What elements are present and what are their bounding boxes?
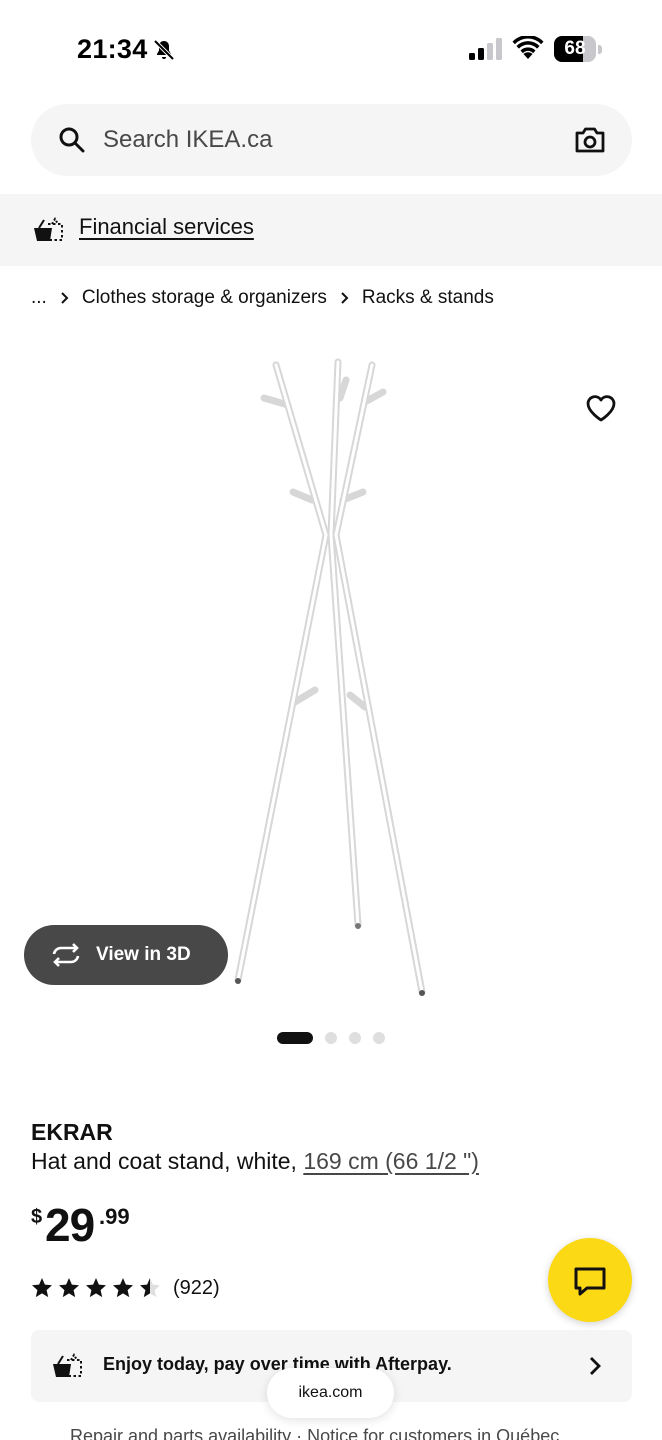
status-bar: 21:34 68 — [0, 0, 662, 100]
product-description-text: Hat and coat stand, white, — [31, 1148, 304, 1174]
bell-muted-icon — [153, 39, 175, 61]
chevron-right-icon — [590, 1357, 601, 1375]
breadcrumb: ... Clothes storage & organizers Racks &… — [31, 285, 494, 311]
battery-indicator: 68 — [554, 36, 602, 62]
product-description: Hat and coat stand, white, 169 cm (66 1/… — [31, 1148, 479, 1175]
search-icon — [59, 127, 85, 153]
status-time: 21:34 — [77, 34, 148, 64]
breadcrumb-racks-stands[interactable]: Racks & stands — [362, 287, 494, 309]
carousel-dot[interactable] — [373, 1032, 385, 1044]
basket-icon — [53, 1353, 82, 1377]
search-bar[interactable] — [31, 104, 632, 176]
browser-url-pill[interactable]: ikea.com — [267, 1368, 394, 1418]
carousel-dot-active[interactable] — [277, 1032, 313, 1044]
coat-stand-image — [234, 358, 426, 996]
repair-notice-text[interactable]: Repair and parts availability · Notice f… — [70, 1426, 610, 1440]
view-in-3d-button[interactable]: View in 3D — [24, 925, 228, 985]
heart-icon[interactable] — [584, 392, 618, 424]
basket-icon — [34, 217, 63, 241]
product-name: EKRAR — [31, 1119, 113, 1145]
chevron-right-icon — [341, 292, 349, 304]
product-gallery[interactable] — [0, 330, 662, 1010]
price-decimal: .99 — [99, 1204, 130, 1229]
review-count: (922) — [173, 1276, 220, 1299]
product-measurement-link[interactable]: 169 cm (66 1/2 ") — [303, 1148, 479, 1174]
carousel-dot[interactable] — [325, 1032, 337, 1044]
financial-services-link[interactable]: Financial services — [79, 214, 254, 240]
financial-services-banner: Financial services — [0, 194, 662, 266]
search-input[interactable] — [103, 120, 543, 160]
wifi-icon — [512, 36, 544, 59]
chat-icon — [574, 1267, 606, 1296]
cellular-signal-icon — [469, 38, 502, 60]
view-in-3d-label: View in 3D — [96, 944, 191, 965]
product-rating[interactable]: (922) — [31, 1276, 220, 1300]
carousel-indicator — [277, 1032, 385, 1044]
rotate-3d-icon — [52, 943, 80, 967]
carousel-dot[interactable] — [349, 1032, 361, 1044]
price-integer: 29 — [45, 1199, 95, 1251]
chevron-right-icon — [61, 292, 69, 304]
camera-icon[interactable] — [574, 126, 606, 154]
breadcrumb-ellipsis[interactable]: ... — [31, 287, 47, 309]
rating-stars-icon — [32, 1278, 159, 1298]
breadcrumb-clothes-storage[interactable]: Clothes storage & organizers — [82, 287, 327, 309]
battery-level: 68 — [564, 38, 586, 59]
chat-button[interactable] — [548, 1238, 632, 1322]
price-currency: $ — [31, 1206, 43, 1228]
